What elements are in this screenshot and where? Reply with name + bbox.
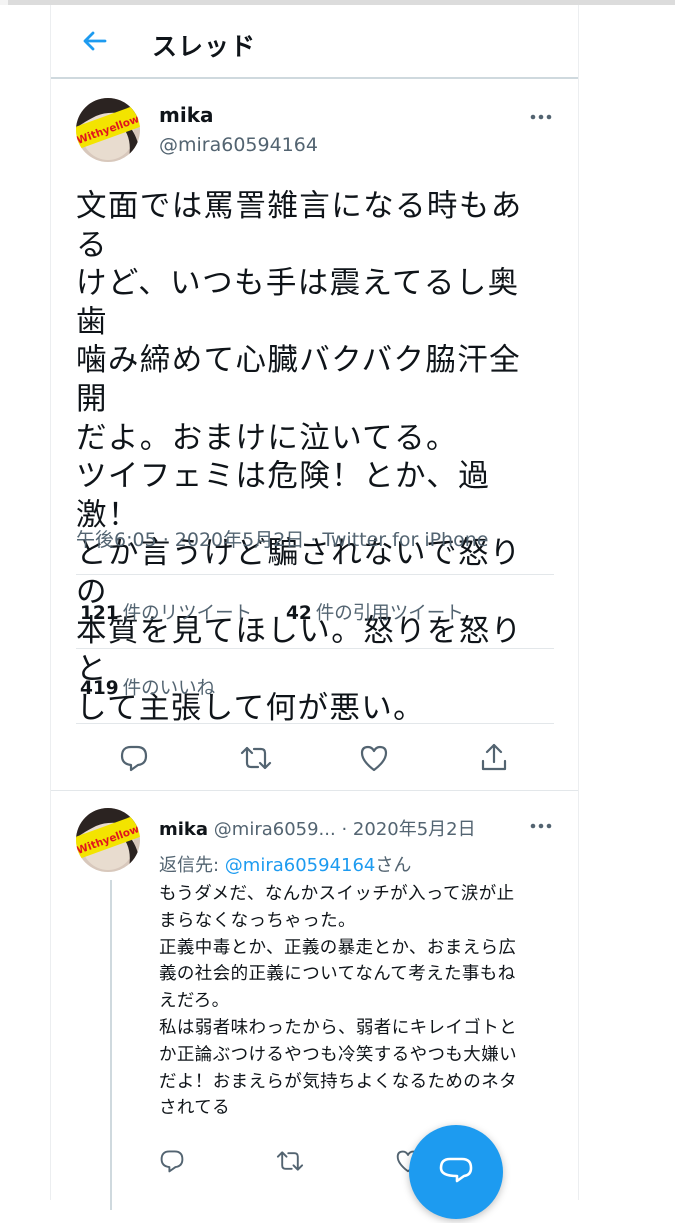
divider bbox=[76, 723, 554, 724]
more-icon[interactable] bbox=[529, 109, 553, 129]
arrow-left-icon[interactable] bbox=[79, 25, 111, 57]
retweet-count[interactable]: 121 件のリツイート bbox=[80, 599, 252, 625]
reply-icon[interactable] bbox=[119, 743, 149, 777]
replying-to-suffix: さん bbox=[375, 855, 412, 876]
divider bbox=[76, 648, 554, 649]
reply-author-handle[interactable]: @mira6059... bbox=[214, 819, 336, 840]
reply-text: もうダメだ、なんかスイッチが入って涙が止 まらなくなっちゃった。 正義中毒とか、… bbox=[159, 884, 517, 1119]
like-count[interactable]: 419 件のいいね bbox=[80, 674, 215, 700]
replying-to-prefix: 返信先: bbox=[159, 855, 225, 876]
thread-line bbox=[110, 880, 112, 1210]
tweet-meta[interactable]: 午後6:05 · 2020年5月2日 · Twitter for iPhone bbox=[76, 525, 488, 552]
reply-icon[interactable] bbox=[159, 1148, 185, 1178]
reply-header: mika @mira6059... · 2020年5月2日 bbox=[159, 815, 476, 841]
thread-column: スレッド Withyellow mika @mira60594164 文面では罵… bbox=[50, 5, 579, 1210]
divider bbox=[76, 574, 554, 575]
avatar[interactable]: Withyellow bbox=[76, 808, 140, 872]
page-title: スレッド bbox=[152, 32, 257, 61]
quote-count[interactable]: 42 件の引用ツイート bbox=[286, 599, 464, 625]
author-name[interactable]: mika bbox=[159, 103, 214, 127]
reply-date[interactable]: · 2020年5月2日 bbox=[341, 819, 475, 840]
retweet-icon[interactable] bbox=[239, 743, 273, 777]
avatar[interactable]: Withyellow bbox=[76, 98, 140, 162]
share-icon[interactable] bbox=[479, 741, 509, 777]
quote-count-label: 件の引用ツイート bbox=[315, 603, 464, 624]
compose-icon bbox=[439, 1157, 473, 1183]
like-count-label: 件のいいね bbox=[122, 678, 216, 699]
quote-count-value: 42 bbox=[286, 603, 312, 624]
retweet-icon[interactable] bbox=[275, 1148, 305, 1178]
top-border-left bbox=[0, 0, 8, 5]
replying-to: 返信先: @mira60594164さん bbox=[159, 851, 411, 877]
compose-button[interactable] bbox=[409, 1125, 503, 1219]
retweet-count-value: 121 bbox=[80, 603, 119, 624]
header: スレッド bbox=[51, 5, 578, 79]
like-icon[interactable] bbox=[359, 744, 389, 776]
divider bbox=[51, 790, 578, 791]
retweet-count-label: 件のリツイート bbox=[122, 603, 253, 624]
replying-to-handle[interactable]: @mira60594164 bbox=[225, 855, 376, 876]
more-icon[interactable] bbox=[529, 818, 553, 838]
reply-author-name[interactable]: mika bbox=[159, 819, 208, 840]
like-count-value: 419 bbox=[80, 678, 119, 699]
author-handle[interactable]: @mira60594164 bbox=[159, 134, 318, 156]
